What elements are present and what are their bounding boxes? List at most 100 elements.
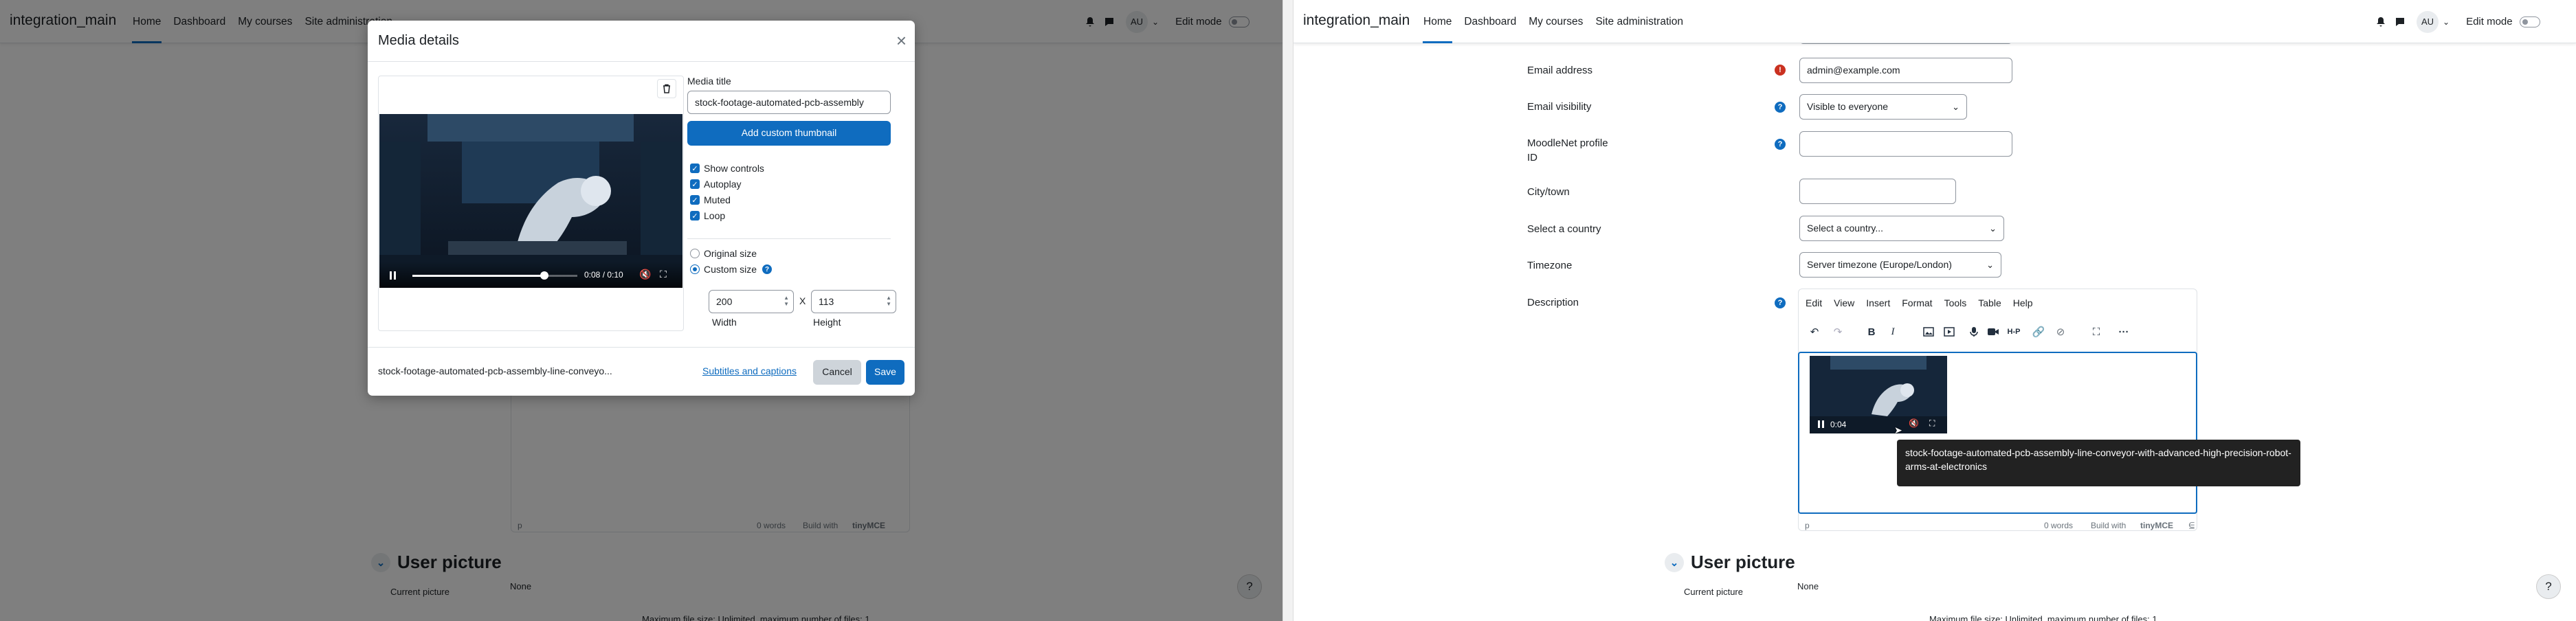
menu-help[interactable]: Help: [2013, 297, 2033, 308]
section-user-picture[interactable]: ⌄ User picture: [1665, 552, 1795, 573]
bold-icon[interactable]: B: [1863, 323, 1880, 341]
moodlenet-input[interactable]: [1799, 131, 2012, 157]
check-icon: ✓: [690, 179, 700, 189]
trash-icon[interactable]: [657, 79, 676, 98]
video-progress-thumb[interactable]: [540, 271, 548, 280]
radio-icon: [690, 249, 700, 258]
muted-checkbox[interactable]: ✓ Muted: [690, 194, 731, 205]
video-player[interactable]: 0:08 / 0:10 🔇 ⛶: [379, 114, 682, 288]
bell-icon[interactable]: [2371, 12, 2390, 32]
width-value: 200: [716, 296, 733, 307]
media-title-label: Media title: [687, 76, 731, 87]
moodlenet-label: MoodleNet profile: [1527, 137, 1608, 149]
undo-icon[interactable]: ↶: [1806, 323, 1823, 341]
video-progress-track[interactable]: [412, 271, 577, 280]
timezone-select[interactable]: Server timezone (Europe/London) ⌄: [1799, 252, 2001, 278]
city-input[interactable]: [1799, 179, 1956, 204]
email-visibility-select[interactable]: Visible to everyone ⌄: [1799, 94, 1967, 120]
width-label: Width: [712, 317, 737, 328]
fullscreen-icon[interactable]: ⛶: [1929, 418, 1935, 429]
window-separator: [1283, 0, 1293, 621]
nav-dashboard[interactable]: Dashboard: [1458, 0, 1522, 43]
editor-content-area[interactable]: 0:04 🔇 ⛶ ➤: [1798, 352, 2197, 514]
microphone-icon[interactable]: [1965, 323, 1983, 341]
loop-checkbox[interactable]: ✓ Loop: [690, 210, 725, 221]
show-controls-checkbox[interactable]: ✓ Show controls: [690, 163, 764, 174]
media-title-input[interactable]: stock-footage-automated-pcb-assembly: [687, 91, 891, 114]
show-controls-label: Show controls: [704, 163, 764, 174]
spinner-icon[interactable]: ▲ ▼: [886, 295, 891, 307]
help-icon[interactable]: ?: [1775, 139, 1786, 150]
muted-label: Muted: [704, 194, 731, 205]
right-window: Email address ! admin@example.com Email …: [1293, 0, 2576, 621]
chevron-down-icon[interactable]: ⌄: [1665, 552, 1684, 572]
build-with: Build with: [2091, 521, 2127, 530]
video-camera-icon[interactable]: [1984, 323, 2002, 341]
avatar[interactable]: AU: [2417, 10, 2439, 33]
menu-table[interactable]: Table: [1978, 297, 2001, 308]
menu-tools[interactable]: Tools: [1944, 297, 1967, 308]
menu-view[interactable]: View: [1834, 297, 1854, 308]
height-label: Height: [813, 317, 841, 328]
modal-footer: stock-footage-automated-pcb-assembly-lin…: [368, 347, 915, 396]
edit-mode-switch[interactable]: [2519, 16, 2540, 27]
add-custom-thumbnail-button[interactable]: Add custom thumbnail: [687, 121, 891, 146]
pause-icon[interactable]: [1818, 420, 1825, 428]
mute-icon[interactable]: 🔇: [639, 269, 651, 280]
width-input[interactable]: 200 ▲ ▼: [709, 290, 794, 313]
tinymce-logo[interactable]: tinyMCE: [2140, 521, 2173, 530]
custom-size-radio[interactable]: Custom size?: [690, 264, 773, 275]
media-filename: stock-footage-automated-pcb-assembly-lin…: [378, 365, 612, 376]
help-icon[interactable]: ?: [1775, 297, 1786, 308]
messages-icon[interactable]: [2390, 12, 2410, 32]
menu-edit[interactable]: Edit: [1806, 297, 1822, 308]
height-value: 113: [819, 296, 834, 307]
italic-icon[interactable]: I: [1884, 323, 1902, 341]
city-label: City/town: [1527, 186, 1570, 198]
original-size-radio[interactable]: Original size: [690, 248, 757, 259]
unlink-icon[interactable]: ⊘: [2052, 323, 2069, 341]
chevron-down-icon[interactable]: ⌄: [2443, 17, 2450, 27]
autoplay-checkbox[interactable]: ✓ Autoplay: [690, 179, 741, 190]
nav-my-courses[interactable]: My courses: [1522, 0, 1589, 43]
cancel-button[interactable]: Cancel: [813, 360, 861, 385]
video-time: 0:08 / 0:10: [584, 270, 623, 280]
image-icon[interactable]: [1920, 323, 1937, 341]
embedded-video[interactable]: 0:04 🔇 ⛶: [1810, 356, 1947, 433]
video-title-tooltip: stock-footage-automated-pcb-assembly-lin…: [1897, 440, 2300, 486]
site-brand[interactable]: integration_main: [1303, 12, 1410, 29]
section-title: User picture: [1691, 552, 1795, 572]
nav-home[interactable]: Home: [1417, 0, 1458, 43]
more-icon[interactable]: ···: [2115, 323, 2133, 341]
h5p-icon[interactable]: H-P: [2005, 323, 2023, 341]
menu-insert[interactable]: Insert: [1866, 297, 1890, 308]
nav-site-administration[interactable]: Site administration: [1589, 0, 1689, 43]
redo-icon[interactable]: ↷: [1829, 323, 1847, 341]
link-icon[interactable]: 🔗: [2030, 323, 2047, 341]
word-count: 0 words: [2044, 521, 2074, 530]
check-icon: ✓: [690, 163, 700, 173]
description-label: Description: [1527, 297, 1579, 308]
height-input[interactable]: 113 ▲ ▼: [811, 290, 896, 313]
fullscreen-icon[interactable]: ⛶: [660, 269, 667, 280]
help-icon[interactable]: ?: [1775, 102, 1786, 113]
menu-format[interactable]: Format: [1902, 297, 1932, 308]
country-select[interactable]: Select a country... ⌄: [1799, 216, 2004, 241]
modal-header: Media details ×: [368, 21, 915, 62]
subtitles-link[interactable]: Subtitles and captions: [702, 365, 797, 376]
media-icon[interactable]: [1940, 323, 1958, 341]
pause-icon[interactable]: [389, 271, 397, 280]
autoplay-label: Autoplay: [704, 179, 742, 190]
email-input[interactable]: admin@example.com: [1799, 58, 2012, 83]
mute-icon[interactable]: 🔇: [1909, 418, 1919, 428]
resize-handle-icon[interactable]: ⋸: [2188, 521, 2195, 530]
help-button[interactable]: ?: [2536, 574, 2561, 599]
embedded-video-time: 0:04: [1830, 420, 1847, 429]
help-icon[interactable]: ?: [762, 264, 773, 274]
media-details-modal: Media details × 0:08 / 0:10 🔇 ⛶ Media ti…: [368, 21, 915, 396]
spinner-icon[interactable]: ▲ ▼: [784, 295, 789, 307]
save-button[interactable]: Save: [866, 360, 904, 385]
fullscreen-icon[interactable]: ⛶: [2087, 323, 2105, 341]
close-icon[interactable]: ×: [896, 30, 907, 52]
edit-mode-toggle[interactable]: Edit mode: [2466, 16, 2540, 27]
